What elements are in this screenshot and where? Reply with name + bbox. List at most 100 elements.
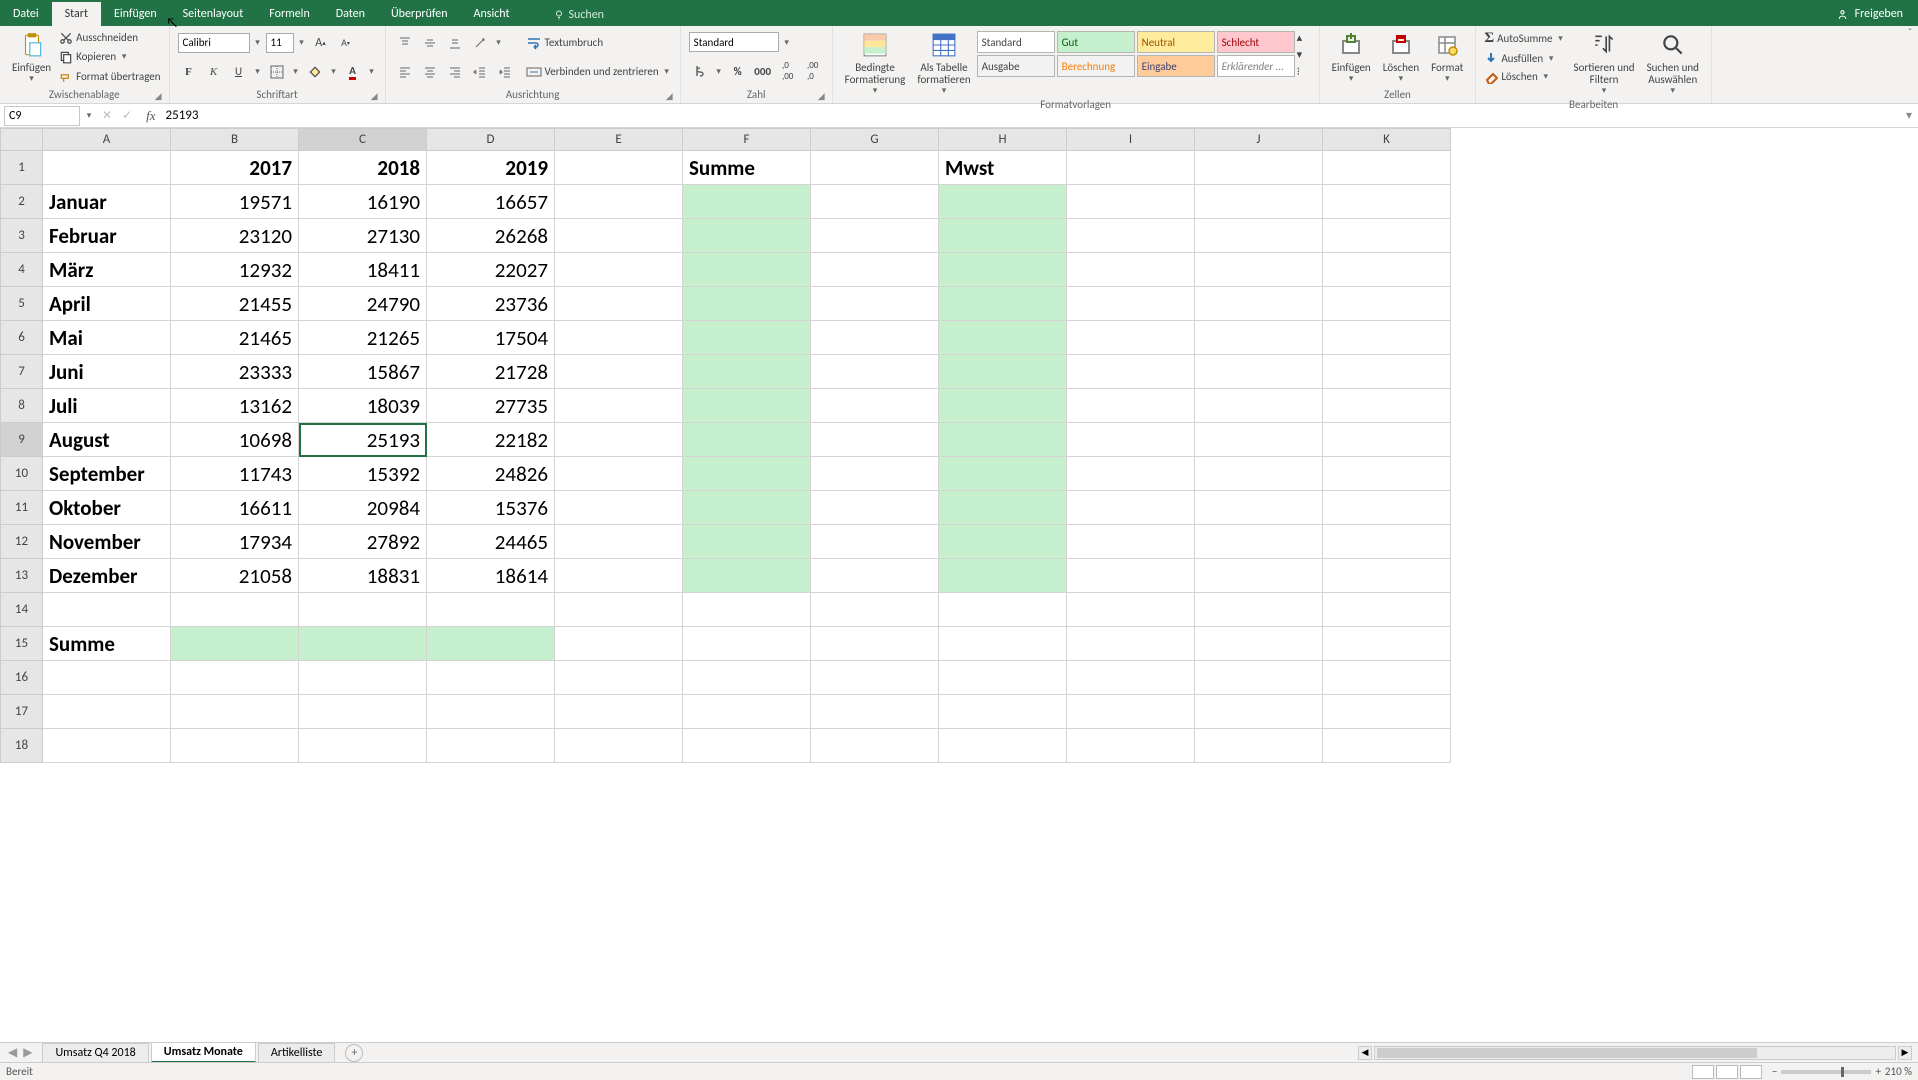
cell[interactable]	[171, 661, 299, 695]
cell[interactable]: 20984	[299, 491, 427, 525]
cell[interactable]	[811, 593, 939, 627]
cell[interactable]	[555, 253, 683, 287]
row-header[interactable]: 15	[1, 627, 43, 661]
cell[interactable]	[811, 491, 939, 525]
cell[interactable]	[683, 729, 811, 763]
cell[interactable]	[171, 627, 299, 661]
cell[interactable]: 24465	[427, 525, 555, 559]
style-gut[interactable]: Gut	[1057, 31, 1135, 53]
cell[interactable]	[1323, 457, 1451, 491]
cell[interactable]	[555, 287, 683, 321]
cell[interactable]	[555, 729, 683, 763]
align-center-button[interactable]	[419, 61, 441, 83]
cell[interactable]	[1195, 525, 1323, 559]
sheet-tab-2[interactable]: Umsatz Monate	[151, 1042, 256, 1063]
cell[interactable]	[1195, 253, 1323, 287]
cell[interactable]	[555, 457, 683, 491]
cell[interactable]	[811, 661, 939, 695]
style-berechnung[interactable]: Berechnung	[1057, 55, 1135, 77]
cell[interactable]	[939, 321, 1067, 355]
cell[interactable]: Februar	[43, 219, 171, 253]
col-header-b[interactable]: B	[171, 129, 299, 151]
cell[interactable]	[939, 219, 1067, 253]
cell[interactable]	[1067, 423, 1195, 457]
row-header[interactable]: 18	[1, 729, 43, 763]
align-left-button[interactable]	[394, 61, 416, 83]
cell[interactable]	[811, 219, 939, 253]
cell[interactable]: Summe	[683, 151, 811, 185]
cell[interactable]	[43, 661, 171, 695]
cell[interactable]: 21455	[171, 287, 299, 321]
cell[interactable]	[555, 151, 683, 185]
cell[interactable]	[811, 355, 939, 389]
cell[interactable]	[1323, 355, 1451, 389]
cell[interactable]	[811, 525, 939, 559]
insert-cells-button[interactable]: Einfügen▾	[1326, 28, 1377, 86]
find-select-button[interactable]: Suchen und Auswählen▾	[1641, 28, 1705, 98]
cell[interactable]	[555, 695, 683, 729]
cell[interactable]	[939, 457, 1067, 491]
cell[interactable]	[43, 593, 171, 627]
orientation-button[interactable]	[469, 32, 491, 54]
fx-icon[interactable]: fx	[140, 108, 161, 124]
cell[interactable]: August	[43, 423, 171, 457]
cell[interactable]: 17934	[171, 525, 299, 559]
cell[interactable]	[1195, 151, 1323, 185]
cell[interactable]	[171, 593, 299, 627]
cell[interactable]: 12932	[171, 253, 299, 287]
cell[interactable]	[1195, 185, 1323, 219]
copy-button[interactable]: Kopieren▾	[57, 49, 162, 65]
cell[interactable]	[1323, 253, 1451, 287]
cell[interactable]	[811, 151, 939, 185]
cell[interactable]	[1067, 559, 1195, 593]
cell[interactable]: 21728	[427, 355, 555, 389]
cell[interactable]	[1323, 661, 1451, 695]
cell[interactable]	[811, 185, 939, 219]
borders-button[interactable]	[266, 61, 288, 83]
gallery-scroll-up[interactable]: ▴	[1297, 31, 1313, 46]
row-header[interactable]: 9	[1, 423, 43, 457]
view-page-layout-button[interactable]	[1716, 1065, 1738, 1079]
style-neutral[interactable]: Neutral	[1137, 31, 1215, 53]
cell[interactable]: Januar	[43, 185, 171, 219]
style-standard[interactable]: Standard	[977, 31, 1055, 53]
cell[interactable]	[427, 661, 555, 695]
cell[interactable]	[1067, 695, 1195, 729]
row-header[interactable]: 7	[1, 355, 43, 389]
cell[interactable]	[555, 389, 683, 423]
cell[interactable]: Mai	[43, 321, 171, 355]
col-header-h[interactable]: H	[939, 129, 1067, 151]
style-schlecht[interactable]: Schlecht	[1217, 31, 1295, 53]
cell[interactable]	[299, 593, 427, 627]
cell[interactable]	[1195, 559, 1323, 593]
cell[interactable]	[683, 559, 811, 593]
cell[interactable]	[683, 661, 811, 695]
cell[interactable]	[427, 729, 555, 763]
cell[interactable]	[683, 253, 811, 287]
row-header[interactable]: 12	[1, 525, 43, 559]
increase-font-button[interactable]: A▴	[310, 32, 332, 54]
name-box[interactable]	[4, 106, 80, 126]
cell[interactable]: 16190	[299, 185, 427, 219]
cell[interactable]	[1323, 219, 1451, 253]
cell[interactable]	[683, 219, 811, 253]
cell[interactable]: 24826	[427, 457, 555, 491]
cell[interactable]: 13162	[171, 389, 299, 423]
cell[interactable]: 27892	[299, 525, 427, 559]
cell[interactable]	[555, 627, 683, 661]
fill-color-button[interactable]	[304, 61, 326, 83]
cell[interactable]	[1067, 253, 1195, 287]
cell[interactable]: 21265	[299, 321, 427, 355]
clear-button[interactable]: Löschen▾	[1482, 69, 1567, 85]
cell[interactable]: 21058	[171, 559, 299, 593]
cell[interactable]: 18831	[299, 559, 427, 593]
cell[interactable]	[939, 185, 1067, 219]
cell[interactable]	[1323, 695, 1451, 729]
row-header[interactable]: 14	[1, 593, 43, 627]
col-header-c[interactable]: C	[299, 129, 427, 151]
gallery-scroll-down[interactable]: ▾	[1297, 48, 1313, 63]
cell[interactable]	[811, 695, 939, 729]
cell[interactable]	[1067, 525, 1195, 559]
cell[interactable]: September	[43, 457, 171, 491]
cell[interactable]	[939, 253, 1067, 287]
